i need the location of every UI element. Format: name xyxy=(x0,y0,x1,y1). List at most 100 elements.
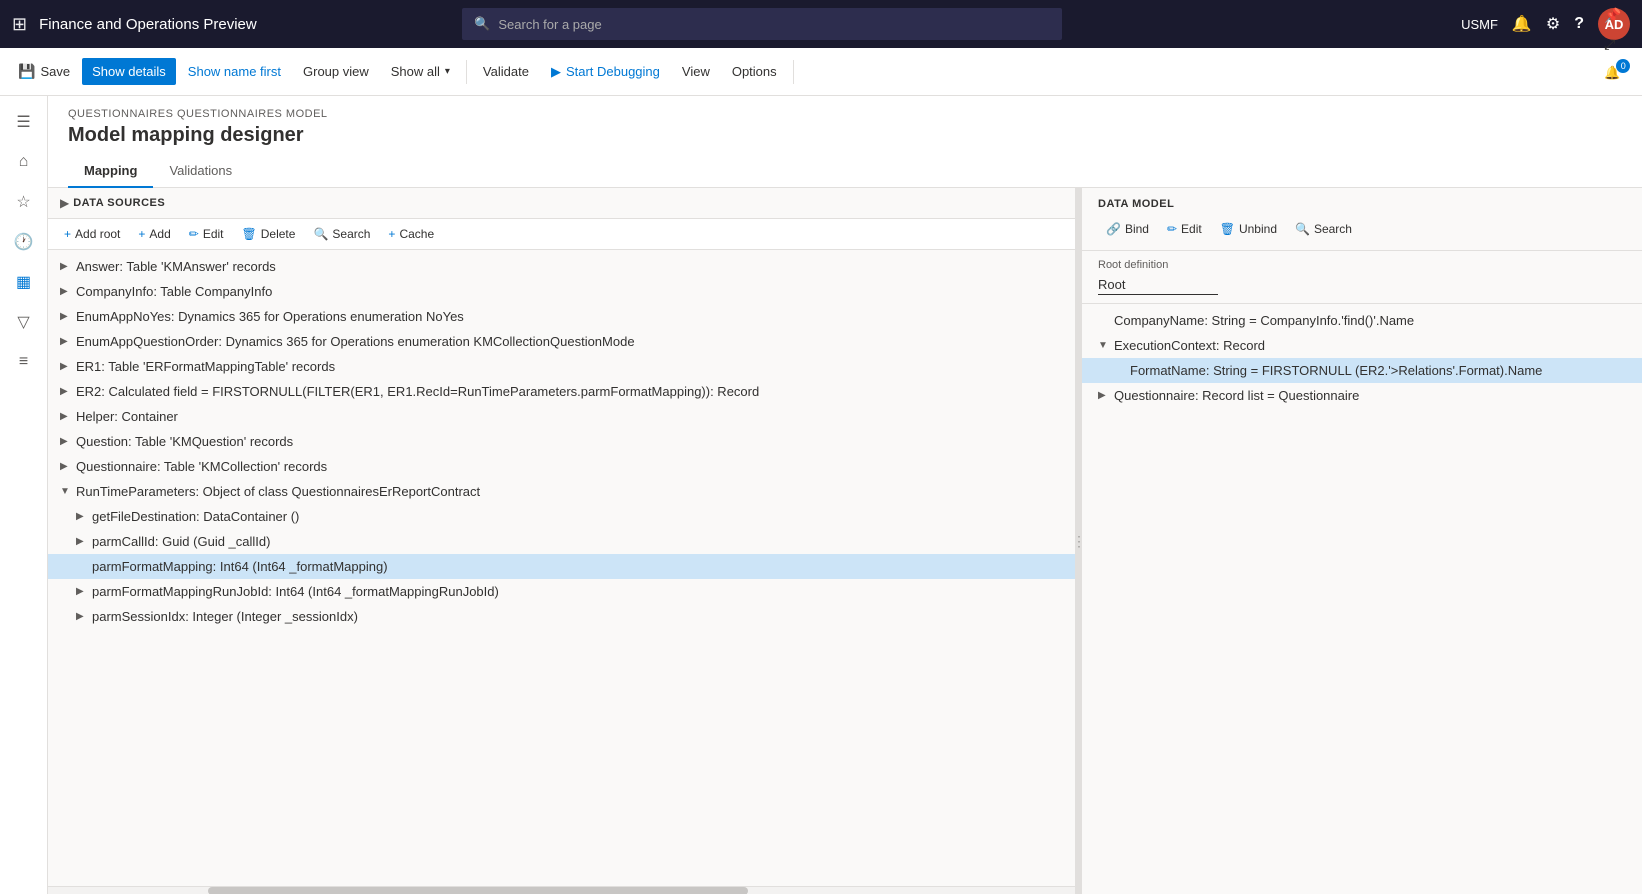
save-button[interactable]: 💾 Save xyxy=(8,57,80,86)
notification-button[interactable]: 🔔 0 xyxy=(1594,59,1630,87)
list-item[interactable]: ▶ ER2: Calculated field = FIRSTORNULL(FI… xyxy=(48,379,1075,404)
rail-favorites-icon[interactable]: ☆ xyxy=(6,184,42,220)
view-button[interactable]: View xyxy=(672,58,720,85)
ds-collapse-icon[interactable]: ▶ xyxy=(60,196,69,210)
unbind-button[interactable]: 🗑 Unbind xyxy=(1212,218,1285,240)
help-icon[interactable]: ? xyxy=(1574,15,1584,33)
bell-icon[interactable]: 🔔 xyxy=(1512,14,1532,34)
list-item[interactable]: ▶ Answer: Table 'KMAnswer' records xyxy=(48,254,1075,279)
tab-validations[interactable]: Validations xyxy=(153,155,248,188)
list-item[interactable]: ▶ getFileDestination: DataContainer () xyxy=(48,504,1075,529)
show-all-button[interactable]: Show all ▾ xyxy=(381,58,460,85)
list-item[interactable]: ▶ ER1: Table 'ERFormatMappingTable' reco… xyxy=(48,354,1075,379)
tree-item-text: ER1: Table 'ERFormatMappingTable' record… xyxy=(76,359,1063,374)
expand-icon[interactable]: ▼ xyxy=(60,486,72,497)
expand-icon[interactable]: ▶ xyxy=(60,336,72,347)
show-name-first-button[interactable]: Show name first xyxy=(178,58,291,85)
expand-icon[interactable]: ▶ xyxy=(76,611,88,622)
list-item[interactable]: ▶ Question: Table 'KMQuestion' records xyxy=(48,429,1075,454)
save-icon: 💾 xyxy=(18,63,35,80)
data-model-header: DATA MODEL 🔗 Bind ✏ Edit 🗑 Unbind xyxy=(1082,188,1642,251)
tab-mapping[interactable]: Mapping xyxy=(68,155,153,188)
search-icon: 🔍 xyxy=(474,16,490,32)
list-item[interactable]: ▶ parmCallId: Guid (Guid _callId) xyxy=(48,529,1075,554)
expand-icon[interactable]: ▶ xyxy=(76,511,88,522)
tree-item-text: parmFormatMapping: Int64 (Int64 _formatM… xyxy=(92,559,1063,574)
data-sources-tree: ▶ Answer: Table 'KMAnswer' records ▶ Com… xyxy=(48,250,1075,886)
dm-search-button[interactable]: 🔍 Search xyxy=(1287,218,1360,240)
gear-icon[interactable]: ⚙ xyxy=(1546,14,1560,34)
expand-button[interactable]: ⤢ xyxy=(1594,30,1625,59)
rail-recent-icon[interactable]: 🕐 xyxy=(6,224,42,260)
ds-cache-button[interactable]: + Cache xyxy=(380,223,442,245)
list-item[interactable]: ▼ ExecutionContext: Record xyxy=(1082,333,1642,358)
scrollbar-thumb[interactable] xyxy=(208,887,748,894)
data-sources-header: ▶ DATA SOURCES xyxy=(48,188,1075,219)
ds-edit-button[interactable]: ✏ Edit xyxy=(181,223,232,245)
list-item[interactable]: ▶ EnumAppNoYes: Dynamics 365 for Operati… xyxy=(48,304,1075,329)
expand-icon[interactable]: ▶ xyxy=(1098,390,1110,401)
data-sources-panel: ▶ DATA SOURCES + Add root + Add ✏ E xyxy=(48,188,1076,894)
root-definition-input[interactable] xyxy=(1098,275,1218,295)
add-root-button[interactable]: + Add root xyxy=(56,223,128,245)
show-details-label: Show details xyxy=(92,64,166,79)
list-item[interactable]: ▶ CompanyInfo: Table CompanyInfo xyxy=(48,279,1075,304)
expand-icon[interactable]: ▶ xyxy=(60,436,72,447)
user-label: USMF xyxy=(1461,17,1498,32)
global-search-bar[interactable]: 🔍 Search for a page xyxy=(462,8,1062,40)
ds-search-button[interactable]: 🔍 Search xyxy=(305,223,378,245)
rail-filter-icon[interactable]: ▽ xyxy=(6,304,42,340)
list-item[interactable]: ▶ Questionnaire: Table 'KMCollection' re… xyxy=(48,454,1075,479)
dm-tree-item-text: ExecutionContext: Record xyxy=(1114,338,1265,353)
bind-button[interactable]: 🔗 Bind xyxy=(1098,218,1157,240)
data-model-toolbar: 🔗 Bind ✏ Edit 🗑 Unbind 🔍 xyxy=(1098,218,1626,240)
list-item[interactable]: ▶ parmFormatMappingRunJobId: Int64 (Int6… xyxy=(48,579,1075,604)
pin-button[interactable]: 📌 xyxy=(1594,1,1631,30)
list-item[interactable]: FormatName: String = FIRSTORNULL (ER2.'>… xyxy=(1082,358,1642,383)
rail-home-icon[interactable]: ⌂ xyxy=(6,144,42,180)
list-item[interactable]: ▶ Helper: Container xyxy=(48,404,1075,429)
expand-icon[interactable]: ▶ xyxy=(60,386,72,397)
rail-workspaces-icon[interactable]: ▦ xyxy=(6,264,42,300)
app-grid-icon[interactable]: ⊞ xyxy=(12,14,27,35)
expand-icon[interactable]: ▶ xyxy=(60,461,72,472)
list-item[interactable]: ▼ RunTimeParameters: Object of class Que… xyxy=(48,479,1075,504)
show-all-label: Show all xyxy=(391,64,440,79)
show-all-chevron: ▾ xyxy=(445,66,450,77)
expand-icon[interactable]: ▶ xyxy=(76,536,88,547)
ds-add-button[interactable]: + Add xyxy=(130,223,178,245)
expand-icon[interactable]: ▶ xyxy=(60,311,72,322)
rail-modules-icon[interactable]: ≡ xyxy=(6,344,42,380)
view-label: View xyxy=(682,64,710,79)
show-details-button[interactable]: Show details xyxy=(82,58,176,85)
group-view-label: Group view xyxy=(303,64,369,79)
list-item[interactable]: ▶ Questionnaire: Record list = Questionn… xyxy=(1082,383,1642,408)
expand-icon[interactable]: ▼ xyxy=(1098,340,1110,351)
tree-item-text: parmSessionIdx: Integer (Integer _sessio… xyxy=(92,609,1063,624)
tree-item-text: RunTimeParameters: Object of class Quest… xyxy=(76,484,1063,499)
list-item[interactable]: parmFormatMapping: Int64 (Int64 _formatM… xyxy=(48,554,1075,579)
bind-icon: 🔗 xyxy=(1106,222,1121,236)
expand-icon[interactable]: ▶ xyxy=(60,286,72,297)
list-item[interactable]: ▶ parmSessionIdx: Integer (Integer _sess… xyxy=(48,604,1075,629)
ds-search-label: Search xyxy=(332,227,370,241)
expand-icon[interactable]: ▶ xyxy=(60,361,72,372)
list-item[interactable]: ▶ EnumAppQuestionOrder: Dynamics 365 for… xyxy=(48,329,1075,354)
ds-cache-icon: + xyxy=(388,227,395,241)
expand-icon xyxy=(1114,365,1126,376)
rail-hamburger-icon[interactable]: ☰ xyxy=(6,104,42,140)
ds-delete-button[interactable]: 🗑 Delete xyxy=(234,223,304,245)
app-title: Finance and Operations Preview xyxy=(39,16,257,33)
validate-button[interactable]: Validate xyxy=(473,58,539,85)
expand-icon[interactable]: ▶ xyxy=(60,261,72,272)
dm-search-icon: 🔍 xyxy=(1295,222,1310,236)
start-debugging-button[interactable]: ▶ Start Debugging xyxy=(541,58,670,86)
list-item[interactable]: CompanyName: String = CompanyInfo.'find(… xyxy=(1082,308,1642,333)
expand-icon[interactable]: ▶ xyxy=(60,411,72,422)
dm-edit-icon: ✏ xyxy=(1167,222,1177,236)
expand-icon[interactable]: ▶ xyxy=(76,586,88,597)
options-button[interactable]: Options xyxy=(722,58,787,85)
group-view-button[interactable]: Group view xyxy=(293,58,379,85)
dm-edit-button[interactable]: ✏ Edit xyxy=(1159,218,1210,240)
horizontal-scrollbar[interactable] xyxy=(48,886,1075,894)
